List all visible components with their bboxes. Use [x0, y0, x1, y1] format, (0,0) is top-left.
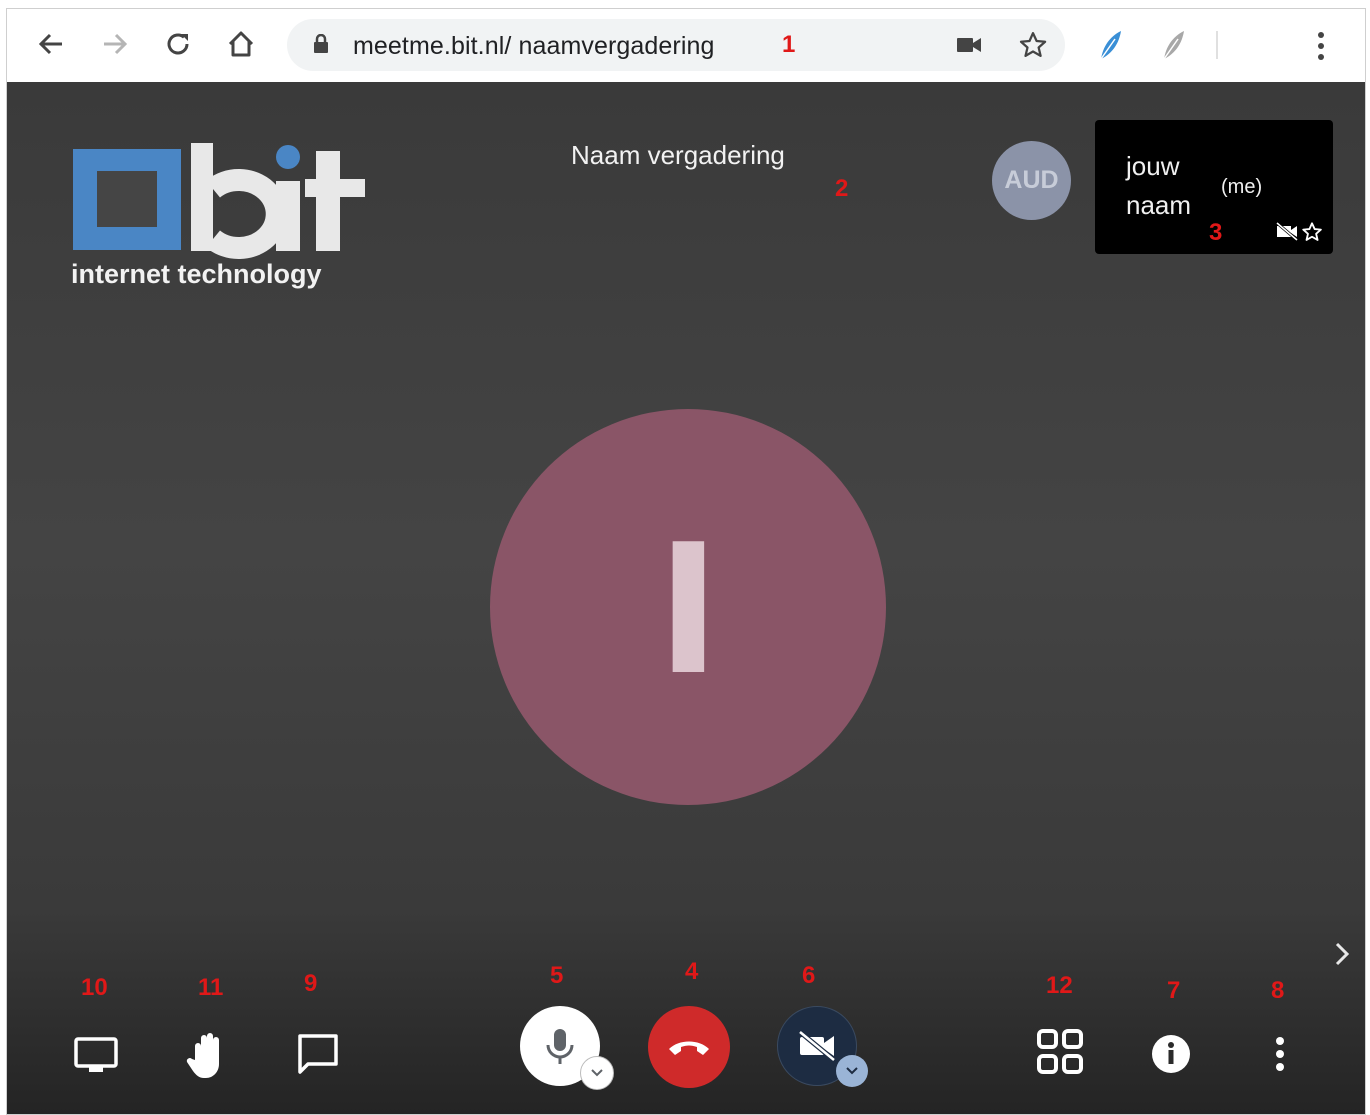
arrow-right-icon	[104, 33, 128, 55]
info-icon	[1152, 1035, 1190, 1073]
hand-icon	[186, 1033, 219, 1078]
back-button[interactable]	[33, 26, 69, 62]
desktop-icon	[74, 1037, 118, 1072]
annotation-4: 4	[685, 958, 699, 985]
tile-view-button[interactable]	[1032, 1024, 1088, 1080]
home-button[interactable]	[223, 26, 259, 62]
hang-up-button[interactable]	[648, 1006, 730, 1088]
kebab-menu-icon[interactable]	[1317, 31, 1325, 61]
bit-logo: internet technology	[69, 139, 369, 299]
self-tag: (me)	[1221, 176, 1263, 198]
camera-off-icon	[798, 1030, 836, 1062]
arrow-left-icon	[38, 33, 62, 55]
reload-button[interactable]	[160, 26, 196, 62]
chevron-down-icon	[591, 1069, 603, 1077]
grid-view-icon	[1037, 1029, 1083, 1074]
annotation-1: 1	[782, 31, 796, 58]
feather-extension-icon[interactable]	[1095, 29, 1125, 61]
url-text[interactable]: meetme.bit.nl/ naamvergadering	[353, 32, 715, 61]
screen-share-button[interactable]	[71, 1032, 121, 1078]
chevron-down-icon	[846, 1067, 858, 1075]
avatar-initial: I	[657, 501, 719, 713]
annotation-2: 2	[835, 175, 849, 202]
kebab-menu-icon	[1276, 1037, 1284, 1071]
annotation-10: 10	[81, 974, 108, 1001]
annotation-3: 3	[1209, 219, 1223, 246]
camera-options-button[interactable]	[836, 1055, 868, 1087]
annotation-6: 6	[802, 962, 816, 989]
more-options-button[interactable]	[1265, 1030, 1295, 1078]
annotation-11: 11	[198, 974, 224, 1001]
phone-hangup-icon	[669, 1041, 709, 1055]
star-icon[interactable]	[1018, 30, 1048, 60]
annotation-12: 12	[1046, 972, 1073, 999]
camera-off-icon	[1276, 221, 1298, 241]
toolbar-divider	[1216, 31, 1218, 59]
home-icon	[228, 31, 254, 57]
audio-participant-avatar[interactable]: AUD	[992, 141, 1071, 220]
microphone-options-button[interactable]	[580, 1056, 614, 1090]
raise-hand-button[interactable]	[183, 1028, 233, 1082]
logo-tagline: internet technology	[71, 259, 322, 289]
camera-icon[interactable]	[956, 36, 982, 54]
annotation-5: 5	[550, 962, 564, 989]
annotation-7: 7	[1167, 977, 1181, 1004]
self-name: jouw naam	[1126, 151, 1192, 220]
chevron-right-icon[interactable]	[1332, 940, 1352, 968]
info-button[interactable]	[1149, 1032, 1193, 1076]
microphone-icon	[546, 1029, 574, 1064]
main-participant-avatar: I	[490, 409, 886, 805]
browser-toolbar: meetme.bit.nl/ naamvergadering 1	[7, 9, 1365, 82]
lock-icon	[314, 34, 328, 53]
annotation-9: 9	[304, 970, 318, 997]
camera-toggle-button[interactable]	[777, 1006, 868, 1087]
meeting-stage: internet technology Naam vergadering 2 A…	[7, 82, 1365, 1114]
logo-mark	[73, 143, 365, 259]
meeting-title: Naam vergadering	[571, 140, 785, 170]
microphone-button[interactable]	[520, 1006, 614, 1090]
feather-extension-gray-icon[interactable]	[1158, 29, 1188, 61]
star-outline-icon[interactable]	[1301, 221, 1323, 243]
browser-window: meetme.bit.nl/ naamvergadering 1 interne…	[6, 8, 1366, 1115]
address-bar[interactable]: meetme.bit.nl/ naamvergadering	[287, 19, 1065, 71]
self-video-thumbnail[interactable]: jouw naam (me) 3	[1095, 120, 1333, 254]
forward-button[interactable]	[97, 26, 133, 62]
reload-icon	[167, 33, 189, 55]
chat-bubble-icon	[298, 1034, 338, 1074]
chat-button[interactable]	[293, 1030, 343, 1078]
annotation-8: 8	[1271, 977, 1285, 1004]
